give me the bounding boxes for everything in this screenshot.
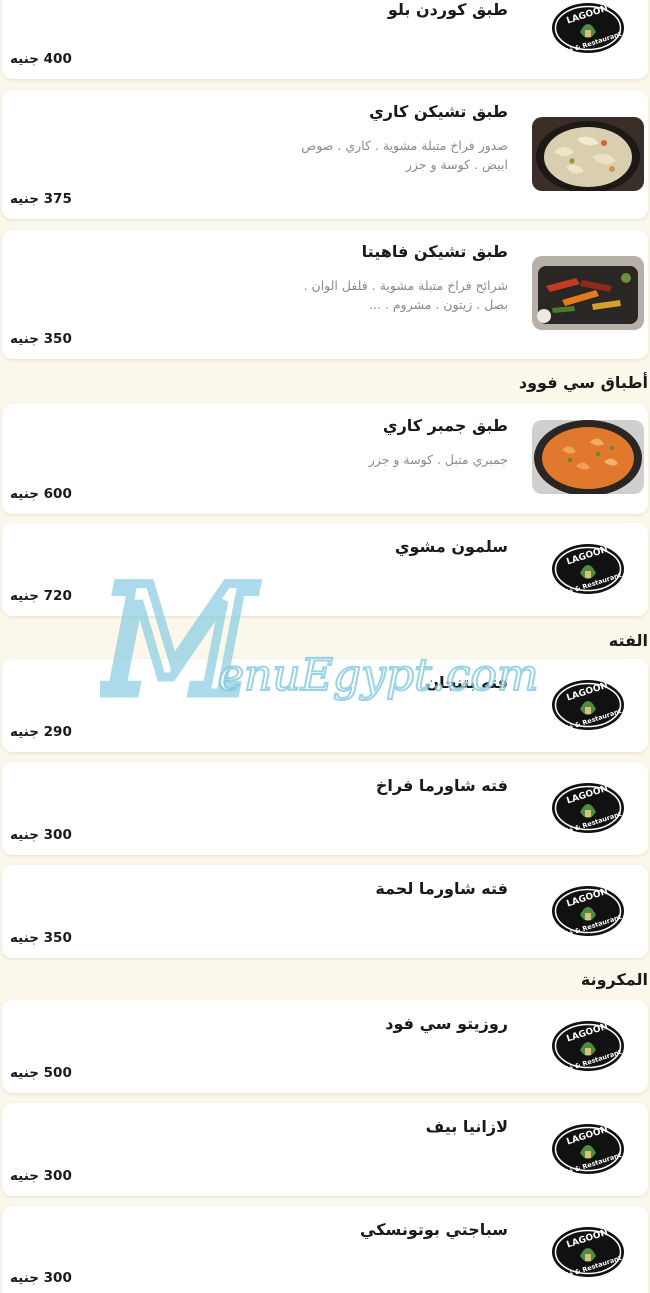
- menu-list: أطباق سي فوود الفته المكرونة طبق كوردن ب…: [0, 0, 650, 1293]
- restaurant-logo: LAGOON Café & Restaurant: [550, 885, 626, 941]
- menu-item-name: فته شاورما فراخ: [375, 776, 508, 795]
- menu-item-name: طبق تشيكن فاهيتا: [361, 242, 508, 261]
- menu-item-name: لازانيا بيف: [425, 1117, 508, 1136]
- menu-item-price: 500 جنيه: [10, 1065, 72, 1081]
- menu-item-name: روزيتو سي فود: [385, 1014, 508, 1033]
- menu-item-price: 600 جنيه: [10, 486, 72, 502]
- menu-item-name: طبق كوردن بلو: [387, 0, 508, 19]
- menu-item-price: 300 جنيه: [10, 1168, 72, 1184]
- restaurant-logo: LAGOON Café & Restaurant: [550, 1123, 626, 1179]
- menu-item-description: شرائح فراخ متبلة مشوية . فلفل الوان . بص…: [303, 278, 508, 312]
- restaurant-logo: LAGOON Café & Restaurant: [550, 679, 626, 735]
- restaurant-logo: LAGOON Café & Restaurant: [550, 1226, 626, 1282]
- menu-item-card[interactable]: سباجتي بوتونسكي 300 جنيه LAGOON Café & R…: [2, 1206, 648, 1293]
- menu-item-card[interactable]: طبق تشيكن فاهيتا شرائح فراخ متبلة مشوية …: [2, 230, 648, 359]
- menu-item-price: 350 جنيه: [10, 331, 72, 347]
- shrimp-curry-photo: [532, 420, 644, 494]
- menu-item-card[interactable]: فته شاورما فراخ 300 جنيه LAGOON Café & R…: [2, 762, 648, 855]
- restaurant-logo: LAGOON Café & Restaurant: [550, 543, 626, 599]
- menu-item-card[interactable]: طبق كوردن بلو 400 جنيه LAGOON Café & Res…: [2, 0, 648, 79]
- section-title-seafood: أطباق سي فوود: [518, 373, 648, 392]
- menu-item-name: سلمون مشوي: [394, 537, 508, 556]
- menu-item-price: 350 جنيه: [10, 930, 72, 946]
- menu-item-card[interactable]: طبق جمبر كاري جمبري متبل . كوسة و جزر 60…: [2, 404, 648, 514]
- menu-item-name: فته شاورما لحمة: [375, 879, 508, 898]
- menu-item-price: 400 جنيه: [10, 51, 72, 67]
- menu-item-price: 300 جنيه: [10, 827, 72, 843]
- menu-item-price: 720 جنيه: [10, 588, 72, 604]
- menu-item-price: 290 جنيه: [10, 724, 72, 740]
- menu-item-card[interactable]: روزيتو سي فود 500 جنيه LAGOON Café & Res…: [2, 1000, 648, 1093]
- restaurant-logo: LAGOON Café & Restaurant: [550, 1020, 626, 1076]
- curry-chicken-photo: [532, 117, 644, 191]
- restaurant-logo: LAGOON Café & Restaurant: [550, 2, 626, 58]
- menu-item-price: 375 جنيه: [10, 191, 72, 207]
- section-title-pasta: المكرونة: [580, 970, 648, 989]
- menu-item-description: صدور فراخ متبلة مشوية . كاري . صوص ابيض …: [301, 138, 508, 172]
- restaurant-logo: LAGOON Café & Restaurant: [550, 782, 626, 838]
- menu-item-card[interactable]: فته شاورما لحمة 350 جنيه LAGOON Café & R…: [2, 865, 648, 958]
- menu-item-price: 300 جنيه: [10, 1270, 72, 1286]
- menu-item-name: طبق تشيكن كاري: [369, 102, 508, 121]
- menu-item-name: فته بتنجان: [425, 673, 508, 692]
- menu-item-name: سباجتي بوتونسكي: [360, 1220, 508, 1239]
- menu-item-name: طبق جمبر كاري: [382, 416, 508, 435]
- menu-item-card[interactable]: طبق تشيكن كاري صدور فراخ متبلة مشوية . ك…: [2, 90, 648, 219]
- fajita-photo: [532, 256, 644, 330]
- menu-item-description: جمبري متبل . كوسة و جزر: [368, 452, 508, 467]
- menu-item-card[interactable]: فته بتنجان 290 جنيه LAGOON Café & Restau…: [2, 659, 648, 752]
- menu-item-card[interactable]: سلمون مشوي 720 جنيه LAGOON Café & Restau…: [2, 523, 648, 616]
- section-title-fatta: الفته: [608, 631, 648, 650]
- menu-item-card[interactable]: لازانيا بيف 300 جنيه LAGOON Café & Resta…: [2, 1103, 648, 1196]
